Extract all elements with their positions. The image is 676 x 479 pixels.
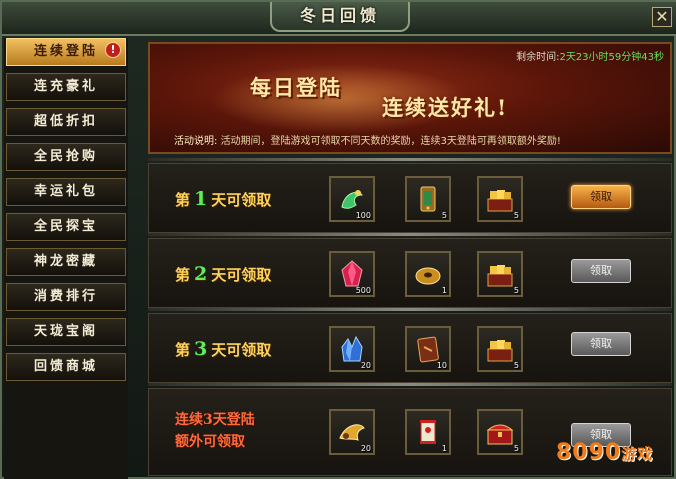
item-count: 100	[355, 211, 371, 220]
row-title-suffix: 天可领取	[211, 191, 272, 209]
item-count: 5	[513, 211, 519, 220]
item-count: 10	[436, 361, 447, 370]
item-count: 1	[441, 444, 447, 453]
reward-item-skill-book[interactable]: 10	[405, 326, 451, 372]
row-title: 第 3 天可领取	[175, 338, 271, 360]
row-title-prefix: 第	[175, 266, 191, 284]
sidebar-item-treasure-hunt[interactable]: 全民探宝	[6, 213, 126, 241]
reward-row-day-1: 第 1 天可领取 100 5 5 领取	[148, 163, 672, 233]
sidebar-item-label: 回馈商城	[33, 359, 98, 374]
sidebar-item-spending-rank[interactable]: 消费排行	[6, 283, 126, 311]
sidebar-item-label: 连充豪礼	[33, 79, 98, 94]
row-divider	[148, 383, 672, 386]
item-count: 1	[441, 286, 447, 295]
description-label: 活动说明:	[174, 136, 218, 147]
sidebar-item-label: 神龙密藏	[33, 254, 98, 269]
sidebar-item-label: 全民探宝	[33, 219, 98, 234]
bonus-title-line-1: 连续3天登陆	[175, 412, 255, 428]
day-number: 3	[194, 338, 208, 360]
item-count: 20	[360, 444, 371, 453]
reward-item-red-crystal[interactable]: 500	[329, 251, 375, 297]
window-title: 冬日回馈	[270, 2, 410, 32]
row-title: 第 1 天可领取	[175, 188, 271, 210]
reward-item-gold-chest[interactable]: 5	[477, 326, 523, 372]
sidebar-item-dragon-treasure[interactable]: 神龙密藏	[6, 248, 126, 276]
sidebar-item-label: 消费排行	[33, 289, 98, 304]
item-count: 5	[513, 361, 519, 370]
item-count: 5	[513, 444, 519, 453]
reward-item-gold-chest[interactable]: 5	[477, 176, 523, 222]
claim-button-day-1[interactable]: 领取	[571, 185, 631, 209]
sidebar-item-label: 全民抢购	[33, 149, 98, 164]
sidebar-item-label: 幸运礼包	[33, 184, 98, 199]
reward-row-day-3: 第 3 天可领取 20 10 5 领取	[148, 313, 672, 383]
row-divider	[148, 233, 672, 236]
event-window: 冬日回馈 ✕ 连续登陆 ! 连充豪礼 超低折扣 全民抢购 幸运礼包 全民探宝 神…	[0, 0, 676, 479]
row-title-suffix: 天可领取	[211, 341, 272, 359]
sidebar-item-reward-shop[interactable]: 回馈商城	[6, 353, 126, 381]
watermark-number: 8090	[556, 440, 622, 465]
sidebar-item-consecutive-login[interactable]: 连续登陆 !	[6, 38, 126, 66]
reward-item-scroll[interactable]: 1	[405, 409, 451, 455]
reward-item-gold-chest[interactable]: 5	[477, 251, 523, 297]
sidebar-item-discount[interactable]: 超低折扣	[6, 108, 126, 136]
row-title-suffix: 天可领取	[211, 266, 272, 284]
reward-row-day-2: 第 2 天可领取 500 1 5 领取	[148, 238, 672, 308]
claim-button-day-3[interactable]: 领取	[571, 332, 631, 356]
window-titlebar: 冬日回馈 ✕	[2, 2, 676, 36]
row-title-prefix: 第	[175, 191, 191, 209]
sidebar-item-treasure-pavilion[interactable]: 天珑宝阁	[6, 318, 126, 346]
day-number: 1	[194, 188, 208, 210]
close-button[interactable]: ✕	[652, 7, 672, 27]
reward-item-jade-dragon[interactable]: 100	[329, 176, 375, 222]
gold-ingot-chest-icon	[487, 340, 513, 362]
day-number: 2	[194, 263, 208, 285]
reward-item-gold-coin[interactable]: 1	[405, 251, 451, 297]
reward-item-red-chest[interactable]: 5	[477, 409, 523, 455]
sidebar-item-label: 天珑宝阁	[33, 324, 98, 339]
event-banner: 每日登陆 连续送好礼! 剩余时间:2天23小时59分钟43秒 活动说明: 活动期…	[148, 42, 672, 154]
description-text: 活动期间，登陆游戏可领取不同天数的奖励，连续3天登陆可再领取额外奖励!	[220, 136, 561, 147]
reward-item-golden-wing[interactable]: 20	[329, 409, 375, 455]
banner-headline-left: 每日登陆	[250, 75, 342, 100]
site-watermark: 8090游戏	[550, 434, 674, 478]
row-divider	[148, 158, 672, 161]
item-count: 5	[441, 211, 447, 220]
watermark-logo: 8090游戏	[556, 440, 653, 465]
sidebar: 连续登陆 ! 连充豪礼 超低折扣 全民抢购 幸运礼包 全民探宝 神龙密藏 消费排…	[4, 38, 128, 479]
claim-button-day-2[interactable]: 领取	[571, 259, 631, 283]
gold-coin-icon	[415, 267, 441, 285]
row-title: 第 2 天可领取	[175, 263, 271, 285]
sidebar-item-label: 连续登陆	[33, 44, 98, 59]
item-count: 5	[513, 286, 519, 295]
timer-value: 2天23小时59分钟43秒	[559, 52, 664, 63]
watermark-text: 游戏	[621, 445, 654, 463]
alert-icon: !	[105, 42, 121, 58]
reward-item-blue-crystal[interactable]: 20	[329, 326, 375, 372]
sidebar-item-label: 超低折扣	[33, 114, 98, 129]
bonus-row-title: 连续3天登陆 额外可领取	[175, 409, 295, 453]
sidebar-item-lucky-pack[interactable]: 幸运礼包	[6, 178, 126, 206]
item-count: 20	[360, 361, 371, 370]
red-treasure-chest-icon	[486, 424, 514, 445]
countdown-timer: 剩余时间:2天23小时59分钟43秒	[516, 48, 664, 63]
timer-label: 剩余时间:	[516, 52, 560, 63]
sidebar-item-flash-sale[interactable]: 全民抢购	[6, 143, 126, 171]
gold-ingot-chest-icon	[487, 190, 513, 212]
reward-item-treasure-plaque[interactable]: 5	[405, 176, 451, 222]
sidebar-item-recharge-gift[interactable]: 连充豪礼	[6, 73, 126, 101]
treasure-plaque-icon	[420, 186, 436, 212]
banner-headline-right: 连续送好礼!	[382, 95, 509, 120]
bonus-title-line-2: 额外可领取	[175, 434, 245, 450]
row-title-prefix: 第	[175, 341, 191, 359]
scroll-icon	[420, 420, 436, 444]
event-description: 活动说明: 活动期间，登陆游戏可领取不同天数的奖励，连续3天登陆可再领取额外奖励…	[174, 132, 561, 147]
item-count: 500	[355, 286, 371, 295]
row-divider	[148, 308, 672, 311]
gold-ingot-chest-icon	[487, 265, 513, 287]
